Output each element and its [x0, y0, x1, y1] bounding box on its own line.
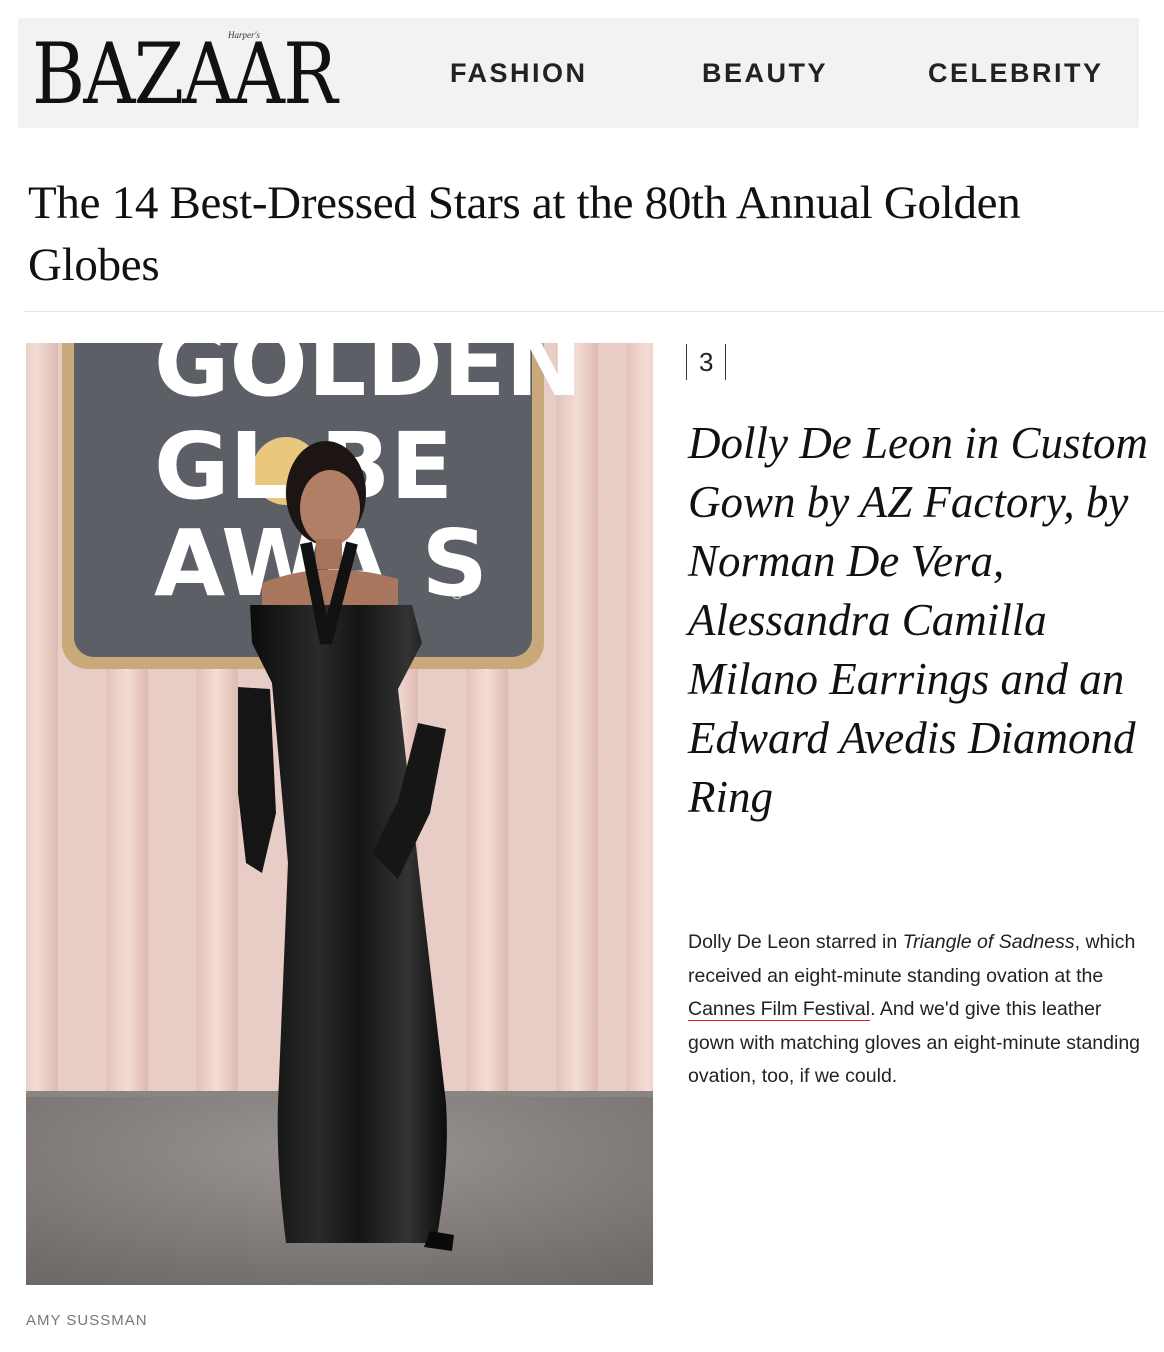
bazaar-logo[interactable]: BAZAAR Harper's [32, 20, 372, 124]
backdrop-line-1: GOLDEN [154, 343, 583, 417]
logo-tagline: Harper's [228, 30, 260, 40]
slide-title: Dolly De Leon in Custom Gown by AZ Facto… [688, 418, 1148, 822]
nav-fashion[interactable]: FASHION [450, 58, 588, 89]
nav-beauty[interactable]: BEAUTY [702, 58, 828, 89]
site-header: BAZAAR Harper's FASHION BEAUTY CELEBRITY [18, 18, 1139, 128]
headline-divider [24, 311, 1164, 312]
slide-body: Dolly De Leon starred in Triangle of Sad… [688, 926, 1148, 1094]
body-text-1: Dolly De Leon starred in [688, 931, 903, 953]
article-headline: The 14 Best-Dressed Stars at the 80th An… [28, 177, 1021, 291]
logo-wordmark: BAZAAR [32, 25, 338, 123]
film-title: Triangle of Sadness [902, 931, 1075, 953]
article-photo[interactable]: GOLDEN GL BE AWA S ® [26, 343, 653, 1285]
red-carpet-photo: GOLDEN GL BE AWA S ® [26, 343, 653, 1285]
nav-celebrity[interactable]: CELEBRITY [928, 58, 1104, 89]
photo-credit: AMY SUSSMAN [26, 1312, 148, 1329]
registered-mark-icon: ® [450, 587, 464, 603]
slide-number: 3 [686, 344, 727, 380]
cannes-film-festival-link[interactable]: Cannes Film Festival [688, 998, 871, 1021]
